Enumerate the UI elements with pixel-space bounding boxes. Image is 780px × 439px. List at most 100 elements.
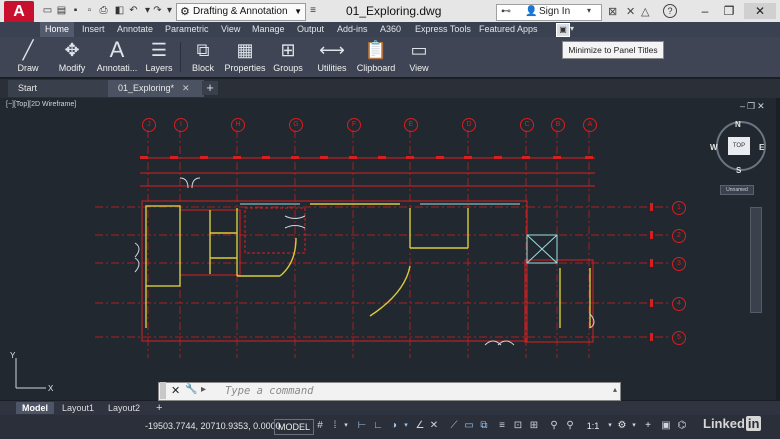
sign-in-dropdown-icon[interactable]: ▾ xyxy=(587,6,591,15)
tab-view[interactable]: View xyxy=(216,22,245,37)
grid-bubble: J xyxy=(142,118,156,132)
layers-panel-button[interactable]: ☰ Layers xyxy=(141,38,177,76)
tab-featured-apps[interactable]: Featured Apps xyxy=(474,22,543,37)
minimize-button[interactable]: – xyxy=(694,3,716,19)
tab-manage[interactable]: Manage xyxy=(247,22,290,37)
annotation-panel-button[interactable]: A Annotati... xyxy=(94,38,140,76)
tab-express-tools[interactable]: Express Tools xyxy=(410,22,476,37)
annotation-monitor-icon[interactable]: ≡ xyxy=(496,419,508,433)
minimize-ribbon-icon[interactable]: ▣ xyxy=(556,23,570,37)
snap-dropdown-icon[interactable]: ▾ xyxy=(342,419,350,433)
save-as-icon[interactable]: ▫ xyxy=(84,5,95,16)
scale-dropdown-icon[interactable]: ▾ xyxy=(606,419,614,433)
chevron-up-icon[interactable]: ▴ xyxy=(613,385,617,394)
tab-annotate[interactable]: Annotate xyxy=(112,22,158,37)
tab-addins[interactable]: Add-ins xyxy=(332,22,373,37)
customize-qat-icon[interactable]: ≡ xyxy=(307,5,319,16)
print-icon[interactable]: ⎙ xyxy=(98,5,109,16)
tab-layout2[interactable]: Layout2 xyxy=(102,402,146,414)
viewcube[interactable]: TOP xyxy=(728,137,750,155)
object-snap-tracking-icon[interactable]: ∠ xyxy=(414,419,426,433)
coordinates-readout[interactable]: -19503.7744, 20710.9353, 0.0000 xyxy=(145,421,281,431)
ribbon-options-dropdown-icon[interactable]: ▾ xyxy=(570,24,574,33)
restore-button[interactable]: ❐ xyxy=(718,3,740,19)
polar-dropdown-icon[interactable]: ▾ xyxy=(402,419,410,433)
binoculars-icon[interactable]: ⊷ xyxy=(501,6,511,17)
tab-drawing[interactable]: 01_Exploring* xyxy=(108,80,204,97)
add-layout-button[interactable]: + xyxy=(150,402,168,414)
gear-icon[interactable]: ⚙ xyxy=(616,419,628,433)
move-icon: ✥ xyxy=(64,40,80,60)
command-line[interactable]: ✕ 🔧 ▸ Type a command ▴ xyxy=(158,382,621,401)
close-icon[interactable]: ✕ xyxy=(171,384,180,397)
svg-text:X: X xyxy=(48,384,54,393)
clipboard-panel-button[interactable]: 📋 Clipboard xyxy=(354,38,398,76)
hardware-acceleration-icon[interactable]: ⌬ xyxy=(676,419,688,433)
a360-icon[interactable]: △ xyxy=(641,5,649,18)
annotation-visibility-icon[interactable]: ⚲ xyxy=(548,419,560,433)
tab-insert[interactable]: Insert xyxy=(77,22,110,37)
isodraft-icon[interactable]: ◑ xyxy=(388,419,400,433)
groups-panel-button[interactable]: ⊞ Groups xyxy=(270,38,306,76)
tab-a360[interactable]: A360 xyxy=(375,22,406,37)
tab-parametric[interactable]: Parametric xyxy=(160,22,214,37)
annotation-scale[interactable]: 1:1 xyxy=(582,419,604,433)
save-icon[interactable]: ▪ xyxy=(70,5,81,16)
transparency-icon[interactable]: ▭ xyxy=(463,419,475,433)
tab-output[interactable]: Output xyxy=(292,22,329,37)
recent-commands-icon[interactable]: ▸ xyxy=(201,384,206,395)
workspace-dropdown-icon[interactable]: ▾ xyxy=(630,419,638,433)
properties-panel-button[interactable]: ▦ Properties xyxy=(223,38,267,76)
grid-bubble: C xyxy=(520,118,534,132)
redo-dropdown-icon[interactable]: ▾ xyxy=(164,5,175,16)
auto-scale-icon[interactable]: ⚲ xyxy=(564,419,576,433)
modify-panel-button[interactable]: ✥ Modify xyxy=(52,38,92,76)
new-icon[interactable]: ▭ xyxy=(42,5,53,16)
application-menu-button[interactable]: A xyxy=(4,1,34,23)
open-icon[interactable]: ▤ xyxy=(56,5,67,16)
wrench-icon[interactable]: 🔧 xyxy=(185,384,197,395)
snap-icon[interactable]: ⁞ xyxy=(329,419,341,433)
compass-south[interactable]: S xyxy=(736,166,741,175)
tab-start[interactable]: Start xyxy=(8,80,114,97)
line-icon: ╱ xyxy=(22,40,34,60)
grid-bubble: 2 xyxy=(672,229,686,243)
undo-icon[interactable]: ↶ xyxy=(128,5,139,16)
grid-icon[interactable]: # xyxy=(314,419,326,433)
isolate-objects-icon[interactable]: ▣ xyxy=(660,419,672,433)
tab-home[interactable]: Home xyxy=(40,22,75,37)
tab-model[interactable]: Model xyxy=(16,402,54,414)
sign-in-link[interactable]: Sign In xyxy=(539,6,570,17)
lineweight-icon[interactable]: ⟋ xyxy=(448,419,460,433)
exchange-icon[interactable]: ✕ xyxy=(626,5,635,18)
command-line-grip[interactable] xyxy=(160,382,166,399)
compass-west[interactable]: W xyxy=(710,143,718,152)
ucs-menu[interactable]: Unnamed xyxy=(720,185,754,195)
floor-plan-drawing: Y X xyxy=(10,130,670,393)
properties-icon: ▦ xyxy=(236,40,254,60)
quick-properties-icon[interactable]: ⊞ xyxy=(528,419,540,433)
compass-north[interactable]: N xyxy=(735,120,741,129)
draw-panel-button[interactable]: ╱ Draw xyxy=(8,38,48,76)
redo-icon[interactable]: ↷ xyxy=(152,5,163,16)
compass-east[interactable]: E xyxy=(759,143,764,152)
units-icon[interactable]: ⊡ xyxy=(512,419,524,433)
block-panel-button[interactable]: ⧉ Block xyxy=(184,38,222,76)
tab-layout1[interactable]: Layout1 xyxy=(56,402,100,414)
navigation-bar[interactable] xyxy=(750,207,762,313)
close-tab-icon[interactable]: ✕ xyxy=(182,83,190,94)
ortho-icon[interactable]: ⊢ xyxy=(356,419,368,433)
plot-icon[interactable]: ◧ xyxy=(114,5,125,16)
new-tab-button[interactable]: + xyxy=(202,81,218,95)
view-panel-button[interactable]: ▭ View xyxy=(402,38,436,76)
annotative-plus-icon[interactable]: + xyxy=(642,419,654,433)
model-space-toggle[interactable]: MODEL xyxy=(274,419,315,435)
object-snap-icon[interactable]: ✕ xyxy=(428,419,440,433)
selection-cycling-icon[interactable]: ⧉ xyxy=(478,419,490,433)
workspace-switcher[interactable]: ⚙ Drafting & Annotation ▼ xyxy=(176,3,306,21)
utilities-panel-button[interactable]: ⟷ Utilities xyxy=(312,38,352,76)
cart-icon[interactable]: ⊠ xyxy=(608,5,617,18)
close-button[interactable]: ✕ xyxy=(744,3,776,19)
polar-icon[interactable]: ∟ xyxy=(372,419,384,433)
help-icon[interactable]: ? xyxy=(663,4,677,18)
